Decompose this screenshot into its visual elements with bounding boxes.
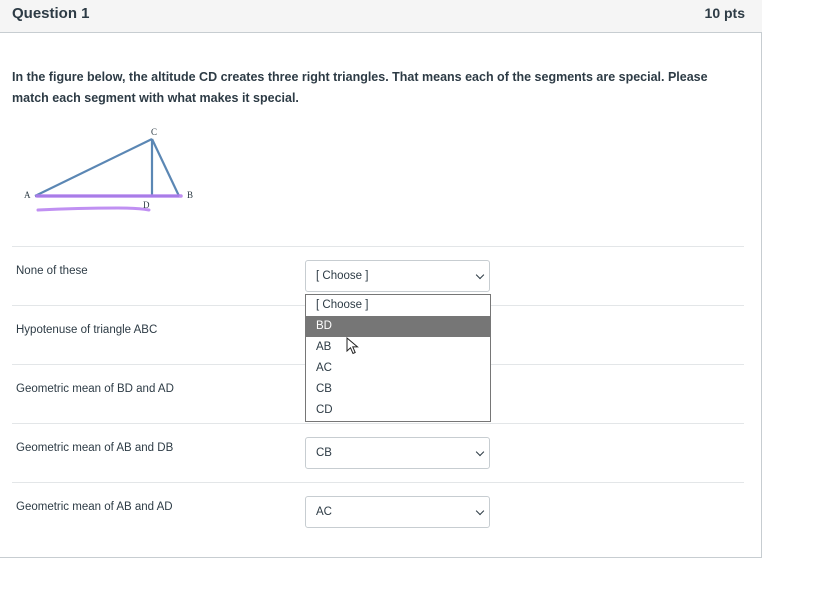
quiz-page: Question 1 10 pts In the figure below, t… (0, 0, 833, 605)
chevron-down-icon (475, 270, 485, 280)
label-b: B (187, 190, 193, 200)
question-points: 10 pts (704, 5, 745, 21)
chevron-down-icon (475, 447, 485, 457)
dropdown-option[interactable]: AB (306, 337, 490, 358)
label-a: A (24, 190, 31, 200)
dropdown-option[interactable]: CD (306, 400, 490, 421)
select-value: CB (316, 447, 332, 459)
match-label: None of these (16, 265, 88, 277)
question-card: Question 1 10 pts In the figure below, t… (0, 0, 762, 558)
triangle-figure: A B C D (18, 120, 198, 220)
answer-dropdown-list[interactable]: [ Choose ] BD AB AC CB CD (305, 294, 491, 422)
dropdown-option[interactable]: [ Choose ] (306, 295, 490, 316)
match-label: Hypotenuse of triangle ABC (16, 324, 158, 336)
chevron-down-icon (475, 506, 485, 516)
match-label: Geometric mean of BD and AD (16, 383, 174, 395)
question-header: Question 1 10 pts (0, 0, 762, 33)
segment-cb (151, 138, 180, 197)
label-c: C (151, 127, 157, 137)
highlight-stroke-underline (36, 206, 151, 212)
mouse-cursor-icon (346, 337, 359, 355)
match-row: Geometric mean of AB and AD AC (12, 482, 744, 541)
select-value: [ Choose ] (316, 270, 369, 282)
dropdown-option-highlighted[interactable]: BD (306, 316, 490, 337)
select-value: AC (316, 506, 332, 518)
answer-select[interactable]: CB (305, 437, 490, 469)
question-title: Question 1 (12, 5, 90, 22)
answer-select[interactable]: AC (305, 496, 490, 528)
dropdown-option[interactable]: AC (306, 358, 490, 379)
dropdown-option[interactable]: CB (306, 379, 490, 400)
match-label: Geometric mean of AB and DB (16, 442, 174, 454)
match-row: Geometric mean of AB and DB CB (12, 423, 744, 482)
triangle-diagram: A B C D (24, 127, 193, 212)
answer-select[interactable]: [ Choose ] (305, 260, 490, 292)
label-d: D (143, 200, 150, 210)
match-label: Geometric mean of AB and AD (16, 501, 173, 513)
segment-ac (34, 138, 153, 197)
question-text: In the figure below, the altitude CD cre… (12, 70, 708, 105)
